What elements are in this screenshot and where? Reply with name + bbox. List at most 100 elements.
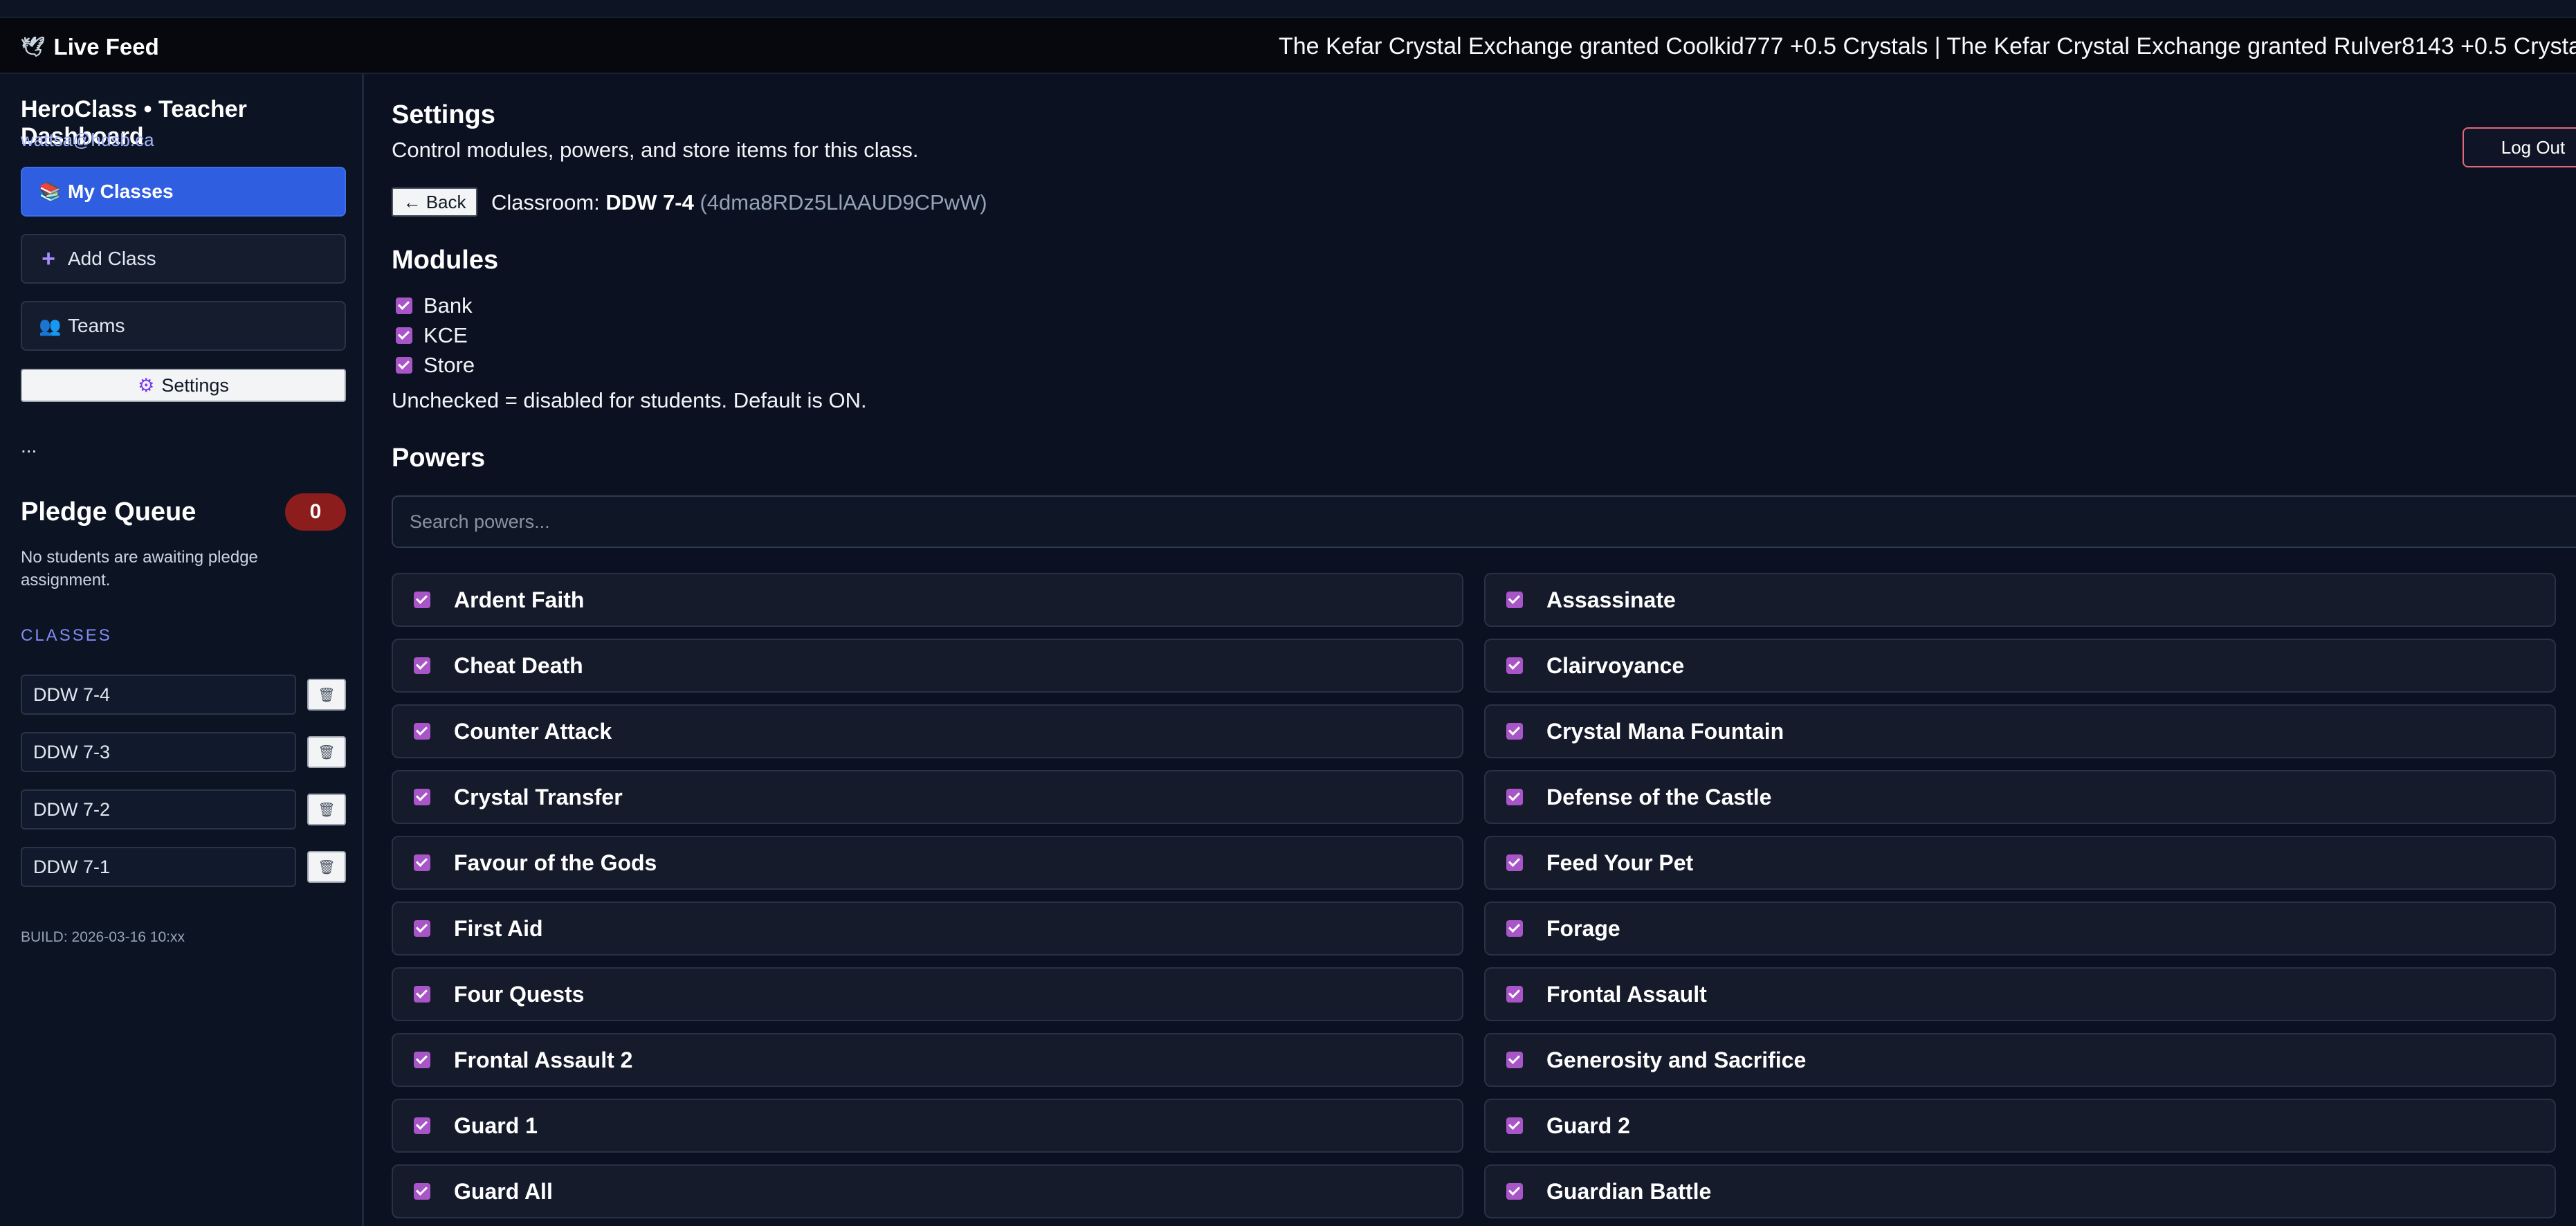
power-card[interactable]: Four Quests — [392, 967, 1463, 1021]
power-name: Feed Your Pet — [1546, 850, 1694, 875]
power-card[interactable]: Forage — [1484, 902, 2556, 955]
build-info: BUILD: 2026-03-16 10:xx — [21, 929, 185, 945]
power-card[interactable]: Generosity and Sacrifice — [1484, 1033, 2556, 1087]
power-name: Forage — [1546, 915, 1620, 941]
power-checkbox[interactable] — [414, 1183, 430, 1200]
module-store[interactable]: Store — [396, 352, 475, 378]
module-bank-label: Bank — [423, 293, 473, 318]
power-checkbox[interactable] — [1506, 1052, 1523, 1068]
classroom-info: Classroom: DDW 7-4 (4dma8RDz5LlAAUD9CPwW… — [491, 190, 987, 215]
pledge-queue-message: No students are awaiting pledge assignme… — [21, 548, 258, 589]
delete-class-button[interactable]: 🗑 — [307, 736, 346, 768]
power-card[interactable]: Favour of the Gods — [392, 836, 1463, 890]
power-checkbox[interactable] — [1506, 1183, 1523, 1200]
search-powers-input[interactable] — [392, 495, 2576, 548]
class-item-ddw-7-3[interactable]: DDW 7-3 — [21, 732, 296, 772]
power-name: Generosity and Sacrifice — [1546, 1047, 1807, 1072]
module-kce-checkbox[interactable] — [396, 327, 412, 344]
live-feed-title: Live Feed — [53, 33, 159, 60]
power-card[interactable]: Clairvoyance — [1484, 639, 2556, 693]
modules-note: Unchecked = disabled for students. Defau… — [392, 388, 867, 412]
power-checkbox[interactable] — [414, 657, 430, 674]
power-card[interactable]: Guard 1 — [392, 1099, 1463, 1153]
power-card[interactable]: Guardian Battle — [1484, 1164, 2556, 1218]
classroom-id: (4dma8RDz5LlAAUD9CPwW) — [700, 190, 987, 214]
dove-icon: 🕊 — [21, 36, 46, 57]
my-classes-button[interactable]: 📚 My Classes — [21, 167, 346, 217]
power-checkbox[interactable] — [1506, 986, 1523, 1003]
power-checkbox[interactable] — [414, 1117, 430, 1134]
class-item-ddw-7-1[interactable]: DDW 7-1 — [21, 847, 296, 887]
power-checkbox[interactable] — [414, 920, 430, 937]
power-checkbox[interactable] — [1506, 789, 1523, 805]
power-card[interactable]: Crystal Mana Fountain — [1484, 704, 2556, 758]
power-name: Frontal Assault 2 — [454, 1047, 633, 1072]
power-card[interactable]: Frontal Assault — [1484, 967, 2556, 1021]
power-card[interactable]: Assassinate — [1484, 573, 2556, 627]
live-feed-ticker: The Kefar Crystal Exchange granted Coolk… — [1279, 33, 2576, 60]
power-card[interactable]: Counter Attack — [392, 704, 1463, 758]
power-name: Defense of the Castle — [1546, 784, 1772, 809]
power-checkbox[interactable] — [1506, 592, 1523, 608]
class-item-ddw-7-4[interactable]: DDW 7-4 — [21, 675, 296, 715]
power-checkbox[interactable] — [1506, 920, 1523, 937]
pledge-queue-count-badge: 0 — [285, 493, 346, 531]
module-kce-label: KCE — [423, 323, 468, 347]
module-kce[interactable]: KCE — [396, 322, 468, 349]
delete-class-button[interactable]: 🗑 — [307, 851, 346, 883]
settings-description: Control modules, powers, and store items… — [392, 138, 919, 162]
powers-title: Powers — [392, 443, 486, 473]
live-feed-bar: 🕊 Live Feed The Kefar Crystal Exchange g… — [0, 17, 2576, 74]
power-name: Frontal Assault — [1546, 981, 1707, 1007]
power-card[interactable]: Crystal Transfer — [392, 770, 1463, 824]
modules-title: Modules — [392, 246, 499, 275]
power-checkbox[interactable] — [414, 986, 430, 1003]
module-bank-checkbox[interactable] — [396, 298, 412, 314]
power-name: Crystal Mana Fountain — [1546, 718, 1784, 744]
class-item-ddw-7-2[interactable]: DDW 7-2 — [21, 789, 296, 830]
delete-class-button[interactable]: 🗑 — [307, 679, 346, 711]
pledge-queue-title: Pledge Queue — [21, 497, 197, 527]
power-card[interactable]: Feed Your Pet — [1484, 836, 2556, 890]
people-icon: 👥 — [39, 315, 62, 336]
power-name: Crystal Transfer — [454, 784, 623, 809]
power-checkbox[interactable] — [414, 854, 430, 871]
power-card[interactable]: First Aid — [392, 902, 1463, 955]
power-card[interactable]: Cheat Death — [392, 639, 1463, 693]
module-bank[interactable]: Bank — [396, 293, 473, 319]
power-card[interactable]: Guard All — [392, 1164, 1463, 1218]
power-checkbox[interactable] — [1506, 854, 1523, 871]
module-store-label: Store — [423, 353, 475, 377]
plus-icon: + — [42, 245, 55, 272]
power-checkbox[interactable] — [414, 723, 430, 740]
power-card[interactable]: Frontal Assault 2 — [392, 1033, 1463, 1087]
power-card[interactable]: Guard 2 — [1484, 1099, 2556, 1153]
trash-icon: 🗑 — [318, 687, 336, 703]
power-name: Four Quests — [454, 981, 585, 1007]
power-card[interactable]: Ardent Faith — [392, 573, 1463, 627]
teams-label: Teams — [68, 315, 125, 336]
power-checkbox[interactable] — [1506, 723, 1523, 740]
power-checkbox[interactable] — [1506, 657, 1523, 674]
power-checkbox[interactable] — [414, 789, 430, 805]
power-name: Counter Attack — [454, 718, 612, 744]
add-class-button[interactable]: + Add Class — [21, 234, 346, 284]
classroom-name: DDW 7-4 — [605, 190, 694, 214]
power-checkbox[interactable] — [414, 592, 430, 608]
settings-button[interactable]: ⚙ Settings — [21, 369, 346, 402]
power-checkbox[interactable] — [1506, 1117, 1523, 1134]
module-store-checkbox[interactable] — [396, 357, 412, 374]
live-feed-label: 🕊 Live Feed — [21, 18, 159, 73]
back-button[interactable]: ← Back — [392, 187, 477, 217]
power-name: Cheat Death — [454, 652, 583, 678]
log-out-button[interactable]: Log Out — [2463, 127, 2576, 167]
teams-button[interactable]: 👥 Teams — [21, 301, 346, 351]
top-strip — [0, 0, 2576, 17]
power-name: Assassinate — [1546, 587, 1676, 612]
trash-icon: 🗑 — [318, 802, 336, 818]
power-checkbox[interactable] — [414, 1052, 430, 1068]
delete-class-button[interactable]: 🗑 — [307, 794, 346, 825]
power-name: Guardian Battle — [1546, 1178, 1712, 1204]
power-card[interactable]: Defense of the Castle — [1484, 770, 2556, 824]
power-name: First Aid — [454, 915, 543, 941]
